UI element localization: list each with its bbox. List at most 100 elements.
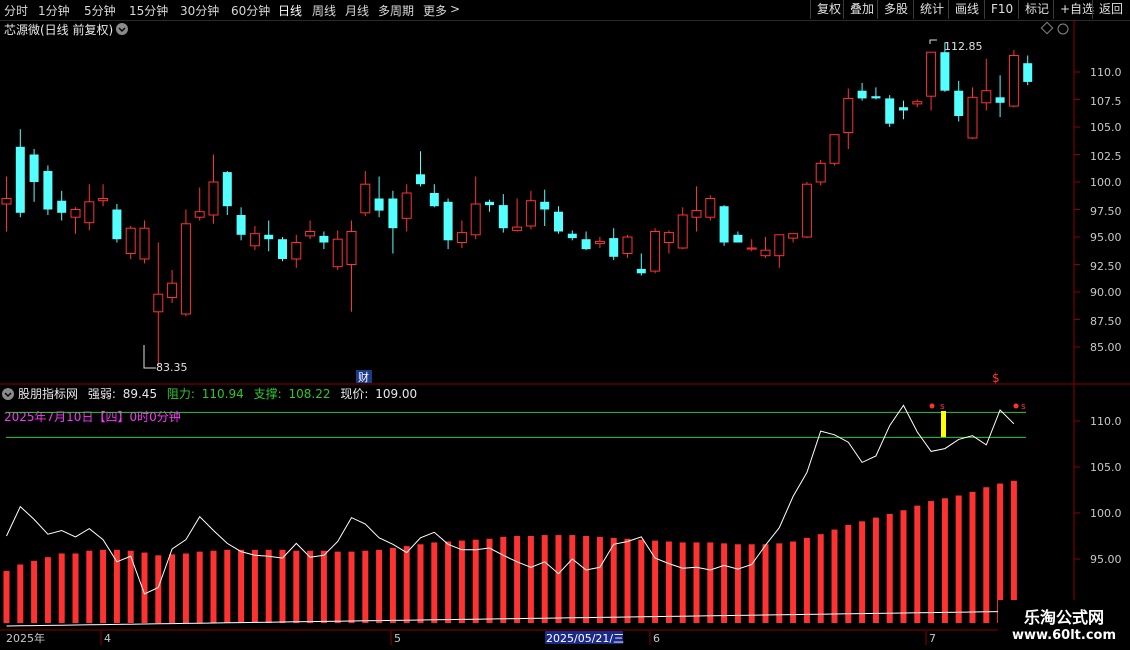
strength-value: 89.45	[123, 387, 157, 401]
candle-body-up	[594, 240, 605, 245]
period-tab-fenshi[interactable]: 分时	[4, 2, 28, 19]
indicator-bar	[831, 529, 838, 623]
indicator-dropdown-icon[interactable]	[2, 388, 14, 400]
main-ytick: 100.0	[1090, 176, 1122, 189]
price-value: 109.00	[375, 387, 417, 401]
indicator-bar	[941, 498, 948, 623]
candle-body-down	[498, 205, 508, 229]
f10-button[interactable]: F10	[984, 0, 1019, 19]
indicator-bar	[155, 555, 162, 623]
indicator-name: 股朋指标网	[18, 386, 78, 401]
watermark-title: 乐淘公式网	[1023, 608, 1104, 627]
candle-body-down	[954, 90, 964, 116]
diamond-icon[interactable]	[1040, 21, 1054, 35]
candle-body-down	[540, 201, 550, 210]
x-label-month: 6	[653, 632, 660, 645]
indicator-bar	[58, 553, 65, 623]
main-ytick: 95.00	[1090, 231, 1122, 244]
period-tab-60min[interactable]: 60分钟	[231, 2, 270, 19]
chart-area[interactable]: 芯源微(日线 前复权) 110.0 107.5 105.0 102.5 100.…	[0, 20, 1130, 650]
candle-body-up	[829, 134, 840, 164]
indicator-bars	[3, 480, 1017, 623]
candle-body-down	[636, 268, 646, 274]
back-button[interactable]: 返回	[1092, 0, 1129, 19]
multi-stock-button[interactable]: 多股	[877, 0, 914, 19]
candle-body-down	[581, 239, 591, 250]
candle-body-up	[525, 200, 536, 227]
period-tab-multi[interactable]: 多周期	[378, 2, 414, 19]
indicator-bar	[210, 550, 217, 623]
candle-body-down	[885, 98, 895, 124]
candle-body-up	[801, 183, 812, 238]
dollar-badge[interactable]: $	[992, 371, 1000, 385]
candle-body-up	[167, 282, 178, 299]
period-tab-more[interactable]: 更多	[423, 2, 447, 19]
mark-button[interactable]: 标记	[1018, 0, 1055, 19]
signal-mark: s	[1021, 402, 1026, 412]
candle-body-up	[180, 223, 191, 315]
low-marker-line	[143, 345, 156, 369]
indicator-bar	[251, 549, 258, 623]
indicator-bar	[389, 547, 396, 623]
indicator-bar	[527, 536, 534, 623]
indicator-bar	[845, 524, 852, 623]
candle-body-down	[374, 198, 384, 211]
indicator-bar	[872, 517, 879, 623]
candle-body-down	[416, 174, 425, 185]
draw-line-button[interactable]: 画线	[948, 0, 985, 19]
candle-body-down	[112, 209, 122, 240]
main-y-axis: 110.0 107.5 105.0 102.5 100.0 97.50 95.0…	[1090, 66, 1122, 354]
candle-body-down	[554, 211, 563, 232]
indicator-bar	[417, 544, 424, 623]
indicator-bar	[693, 542, 700, 623]
indicator-bar	[44, 557, 51, 623]
candle-body-down	[43, 171, 53, 210]
candle-body-up	[746, 247, 757, 250]
indicator-bar	[707, 542, 714, 623]
ind-ytick: 105.0	[1090, 461, 1122, 474]
indicator-bar	[376, 549, 383, 623]
cursor-date-label: 2025/05/21/三	[546, 632, 624, 645]
candle-body-down	[857, 90, 867, 99]
more-chevron-icon[interactable]: >	[450, 2, 460, 16]
support-label: 支撑:	[254, 386, 282, 401]
circle-icon[interactable]	[1057, 23, 1069, 35]
main-ytick: 105.0	[1090, 121, 1122, 134]
candle-body-up	[84, 201, 95, 224]
indicator-bar	[362, 550, 369, 623]
main-ytick: 102.5	[1090, 150, 1122, 163]
price-label: 现价:	[340, 387, 368, 401]
stats-button[interactable]: 统计	[913, 0, 950, 19]
period-tab-15min[interactable]: 15分钟	[129, 2, 168, 19]
high-marker-line	[929, 39, 937, 44]
indicator-bar	[238, 549, 245, 623]
fuquan-button[interactable]: 复权	[810, 0, 847, 19]
period-tab-5min[interactable]: 5分钟	[84, 2, 116, 19]
candle-body-down	[236, 215, 246, 235]
candle-body-up	[360, 183, 371, 214]
x-label-month: 5	[394, 632, 401, 645]
indicator-bar	[596, 536, 603, 623]
indicator-bar	[983, 487, 990, 623]
period-tab-monthly[interactable]: 月线	[345, 2, 369, 19]
yellow-signal-bar	[941, 411, 946, 437]
low-price-label: 83.35	[156, 361, 188, 374]
main-ytick: 87.50	[1090, 315, 1122, 328]
period-tab-30min[interactable]: 30分钟	[180, 2, 219, 19]
candle-body-up	[774, 234, 785, 257]
candle-body-down	[57, 200, 67, 213]
main-ytick: 90.00	[1090, 286, 1122, 299]
candle-body-down	[871, 96, 881, 99]
x-label-month: 4	[104, 632, 111, 645]
period-tab-weekly[interactable]: 周线	[312, 2, 336, 19]
resistance-value: 110.94	[202, 387, 244, 401]
period-tab-daily[interactable]: 日线	[278, 2, 302, 19]
period-tab-1min[interactable]: 1分钟	[38, 2, 70, 19]
indicator-bar	[31, 560, 38, 623]
overlay-button[interactable]: 叠加	[843, 0, 880, 19]
indicator-bar	[445, 541, 452, 623]
candle-body-up	[981, 90, 992, 104]
title-dropdown-icon[interactable]	[116, 23, 128, 35]
candle-body-up	[208, 181, 219, 216]
candle-body-down	[609, 238, 619, 257]
